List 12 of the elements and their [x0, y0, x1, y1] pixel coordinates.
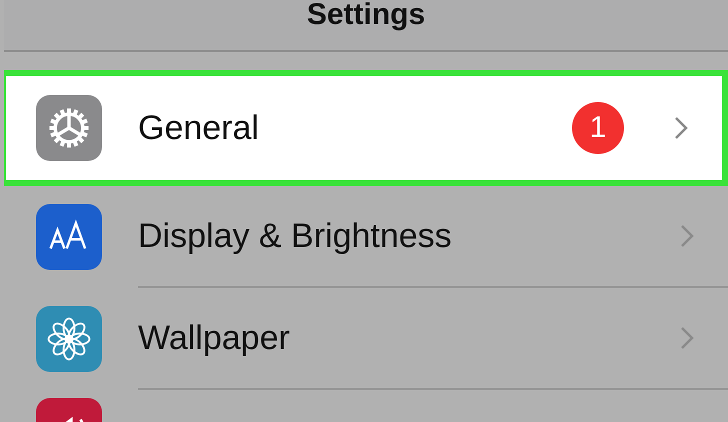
row-label: General [138, 108, 260, 148]
row-label: Wallpaper [138, 318, 291, 358]
flower-icon [36, 306, 102, 372]
chevron-icon [680, 326, 694, 350]
chevron-icon [674, 116, 688, 140]
chevron-icon [680, 224, 694, 248]
gear-icon [36, 95, 102, 161]
row-label: Display & Brightness [138, 216, 453, 256]
screen-title: Settings [306, 0, 426, 33]
text-size-icon [36, 204, 102, 270]
settings-row[interactable]: General 1 [4, 70, 728, 186]
notification-badge: 1 [572, 102, 624, 154]
